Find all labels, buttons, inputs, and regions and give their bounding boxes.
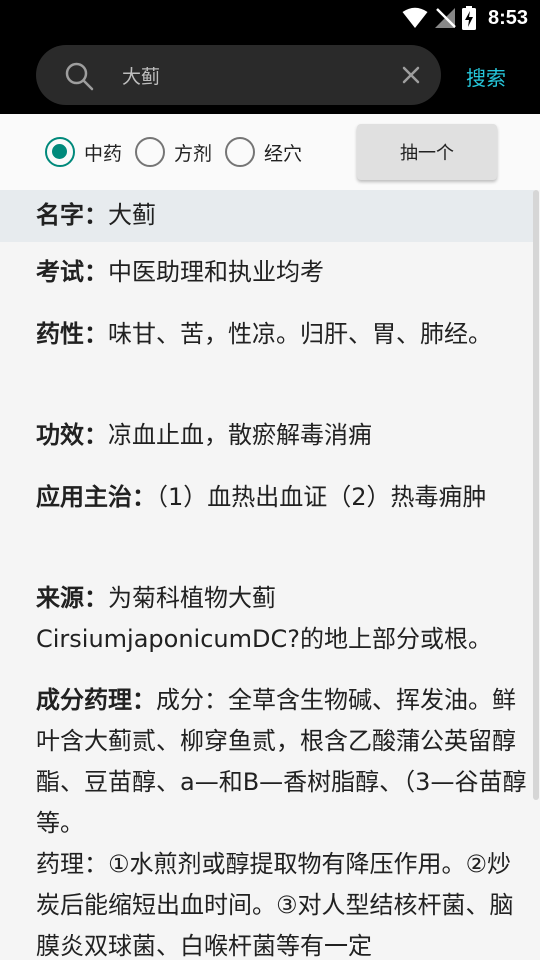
field-label: 考试： (36, 258, 108, 286)
no-signal-icon (434, 8, 456, 28)
search-button[interactable]: 搜索 (466, 60, 506, 92)
radio-unchecked-icon (135, 137, 165, 167)
field-label: 名字： (36, 201, 108, 229)
radio-label: 中药 (84, 142, 123, 165)
field-efficacy: 功效：凉血止血，散瘀解毒消痈 (36, 415, 530, 456)
radio-checked-icon (45, 137, 75, 167)
search-icon (65, 62, 94, 91)
field-label: 来源： (36, 584, 108, 612)
field-value: 大蓟 (108, 201, 156, 229)
field-label: 功效： (36, 421, 108, 449)
filter-bar: 中药 方剂 经穴 抽一个 (0, 114, 540, 190)
radio-formula[interactable]: 方剂 (135, 136, 212, 168)
radio-herb[interactable]: 中药 (45, 136, 122, 168)
field-label: 药性： (36, 320, 108, 348)
wifi-icon (402, 7, 428, 28)
battery-charging-icon (461, 6, 476, 30)
radio-label: 方剂 (174, 142, 213, 165)
field-exam: 考试：中医助理和执业均考 (36, 252, 530, 293)
search-box[interactable] (36, 45, 441, 105)
field-value: 中医助理和执业均考 (108, 258, 324, 286)
scrollbar[interactable] (533, 190, 539, 800)
field-label: 应用主治： (36, 483, 156, 511)
field-label: 成分药理： (36, 686, 156, 714)
status-bar: 8:53 (0, 0, 540, 36)
radio-label: 经穴 (264, 142, 303, 165)
status-time: 8:53 (487, 6, 528, 29)
random-pick-button[interactable]: 抽一个 (357, 124, 497, 180)
field-value: 味甘、苦，性凉。归肝、胃、肺经。 (108, 320, 492, 348)
radio-acupoint[interactable]: 经穴 (225, 136, 302, 168)
app-bar: 搜索 (0, 36, 540, 114)
radio-unchecked-icon (225, 137, 255, 167)
field-components: 成分药理：成分：全草含生物碱、挥发油。鲜叶含大蓟贰、柳穿鱼贰，根含乙酸蒲公英留醇… (36, 680, 530, 960)
field-property: 药性：味甘、苦，性凉。归肝、胃、肺经。 (36, 314, 530, 355)
status-icons: 8:53 (402, 6, 528, 30)
field-name: 名字：大蓟 (36, 195, 530, 236)
close-icon[interactable] (401, 65, 421, 85)
search-input[interactable] (122, 55, 382, 95)
field-value: （1）血热出血证（2）热毒痈肿 (156, 483, 487, 511)
entry-content: 名字：大蓟 考试：中医助理和执业均考 药性：味甘、苦，性凉。归肝、胃、肺经。 功… (0, 190, 540, 960)
field-value-pharmacology: 药理：①水煎剂或醇提取物有降压作用。②炒炭后能缩短出血时间。③对人型结核杆菌、脑… (36, 850, 514, 960)
field-source: 来源：为菊科植物大蓟CirsiumjaponicumDC?的地上部分或根。 (36, 578, 530, 660)
field-value: 凉血止血，散瘀解毒消痈 (108, 421, 372, 449)
field-indications: 应用主治：（1）血热出血证（2）热毒痈肿 (36, 477, 530, 518)
